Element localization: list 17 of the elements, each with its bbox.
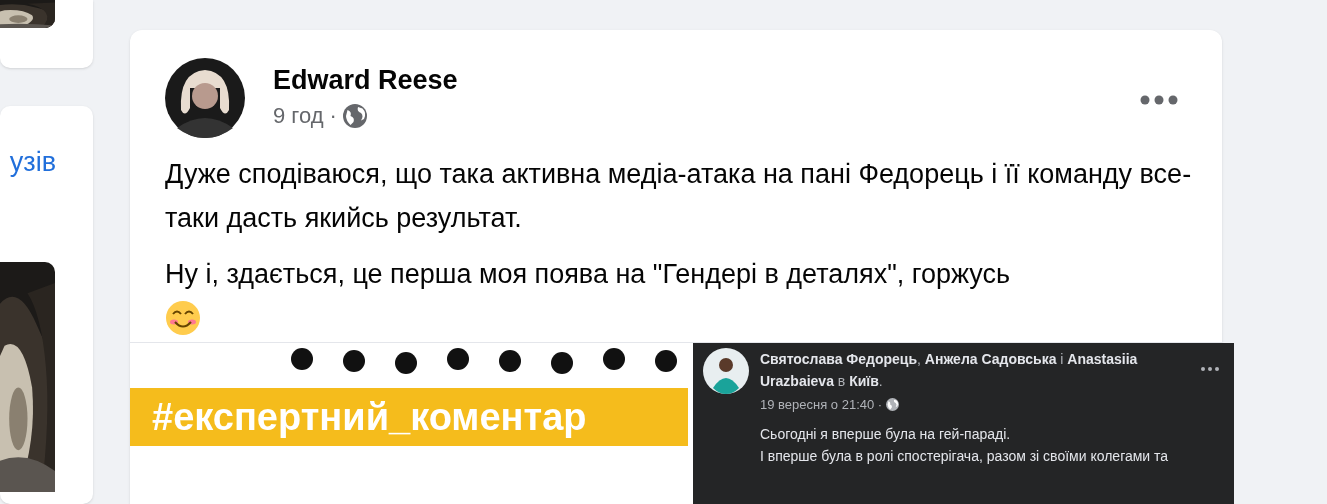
more-icon xyxy=(1200,366,1220,372)
hashtag-banner: #експертний_коментар xyxy=(130,388,688,446)
smiling-face-icon xyxy=(165,300,201,336)
link-text[interactable]: узів xyxy=(0,149,56,177)
post-time[interactable]: 9 год · xyxy=(273,99,337,132)
globe-icon xyxy=(886,398,900,412)
post-date: 19 вересня о 21:40 · xyxy=(760,396,883,414)
more-icon xyxy=(1140,95,1178,105)
post-text: І вперше була в ролі спостерігача, разом зі своїми колегами та xyxy=(760,446,1170,466)
avatar[interactable] xyxy=(165,58,245,138)
post-text: Сьогодні я вперше була на гей-параді. xyxy=(760,424,1012,444)
post-header: Святослава Федорець, Анжела Садовська і Anastasiia Urazbaieva в Київ. xyxy=(760,350,1139,391)
post-text: Дуже сподіваюся, що така активна медіа-атака на пані Федорець і її команду все-таки дасть якийсь результат. xyxy=(165,158,1193,235)
avatar xyxy=(703,348,749,394)
post-text: Ну і, здається, це перша моя поява на "Гендері в деталях", горжусь xyxy=(165,252,1205,336)
author-name[interactable]: Edward Reese xyxy=(273,61,458,99)
globe-icon xyxy=(342,103,367,128)
